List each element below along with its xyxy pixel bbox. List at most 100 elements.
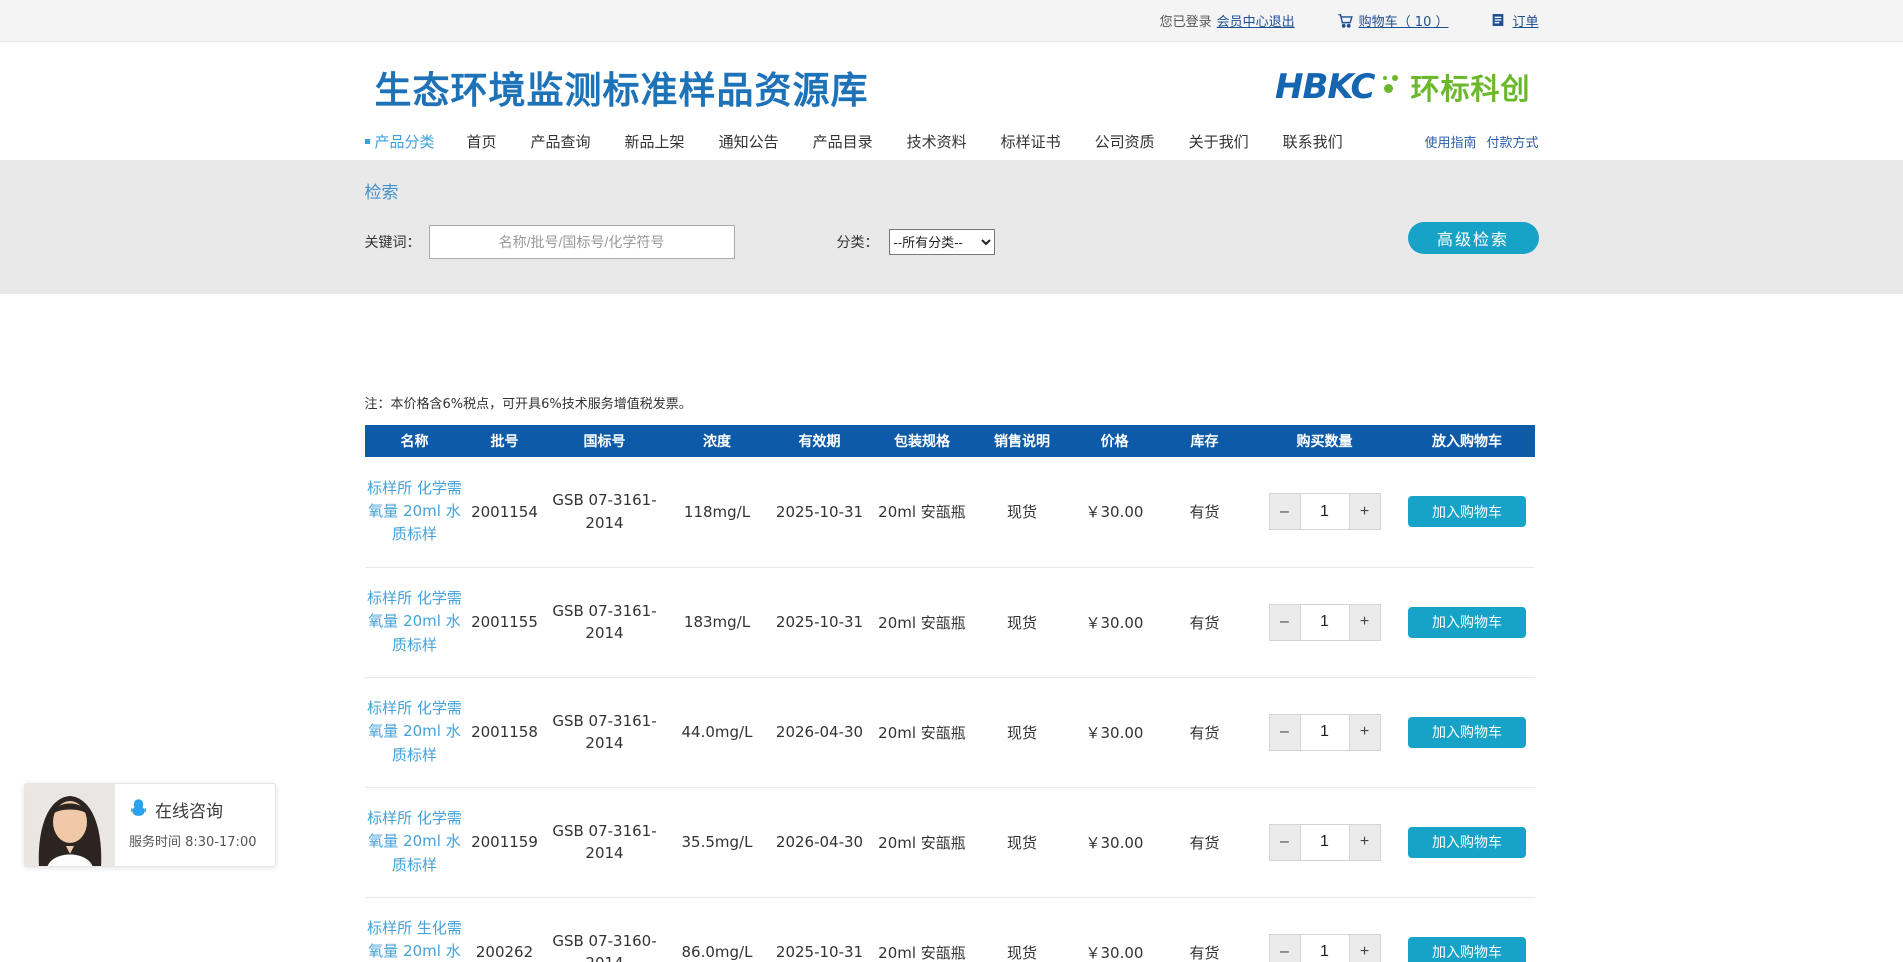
nav-item[interactable]: 联系我们 bbox=[1283, 131, 1343, 152]
add-to-cart-button[interactable]: 加入购物车 bbox=[1408, 607, 1526, 638]
column-header: 购买数量 bbox=[1250, 425, 1400, 457]
column-header: 批号 bbox=[465, 425, 545, 457]
gb-code-cell: GSB 07-3161-2014 bbox=[545, 600, 665, 645]
table-row: 标样所 生化需氧量 20ml 水质标样 200262 GSB 07-3160-2… bbox=[365, 897, 1535, 962]
nav-category[interactable]: 产品分类 bbox=[365, 131, 435, 152]
header: 生态环境监测标准样品资源库 HBKC 环标科创 产品分类 首页产品查询新品上架通… bbox=[0, 42, 1903, 160]
quantity-stepper: – + bbox=[1269, 824, 1381, 861]
quantity-input[interactable] bbox=[1301, 935, 1349, 962]
stock-cell: 有货 bbox=[1160, 457, 1250, 567]
packaging-cell: 20ml 安瓿瓶 bbox=[870, 787, 975, 897]
product-name-link[interactable]: 标样所 化学需氧量 20ml 水质标样 bbox=[365, 807, 465, 877]
product-name-link[interactable]: 标样所 化学需氧量 20ml 水质标样 bbox=[365, 697, 465, 767]
nav-item[interactable]: 新品上架 bbox=[625, 131, 685, 152]
column-header: 库存 bbox=[1160, 425, 1250, 457]
advanced-search-button[interactable]: 高级检索 bbox=[1408, 222, 1539, 254]
add-to-cart-button[interactable]: 加入购物车 bbox=[1408, 496, 1526, 527]
quantity-decrease-button[interactable]: – bbox=[1270, 935, 1301, 962]
column-header: 浓度 bbox=[665, 425, 770, 457]
add-to-cart-button[interactable]: 加入购物车 bbox=[1408, 827, 1526, 858]
category-bullet-icon bbox=[365, 139, 370, 144]
sale-status-cell: 现货 bbox=[975, 677, 1070, 787]
chat-service-time: 服务时间 8:30-17:00 bbox=[129, 831, 256, 850]
brand-logo: HBKC 环标科创 bbox=[1275, 66, 1531, 108]
add-to-cart-button[interactable]: 加入购物车 bbox=[1408, 717, 1526, 748]
stock-cell: 有货 bbox=[1160, 677, 1250, 787]
quantity-decrease-button[interactable]: – bbox=[1270, 715, 1301, 750]
packaging-cell: 20ml 安瓿瓶 bbox=[870, 677, 975, 787]
price-cell: ￥30.00 bbox=[1070, 787, 1160, 897]
quantity-input[interactable] bbox=[1301, 825, 1349, 860]
expiry-cell: 2025-10-31 bbox=[770, 457, 870, 567]
batch-cell: 2001155 bbox=[465, 567, 545, 677]
concentration-cell: 183mg/L bbox=[665, 567, 770, 677]
quantity-input[interactable] bbox=[1301, 715, 1349, 750]
concentration-cell: 44.0mg/L bbox=[665, 677, 770, 787]
product-name-link[interactable]: 标样所 化学需氧量 20ml 水质标样 bbox=[365, 477, 465, 547]
chat-title: 在线咨询 bbox=[155, 797, 223, 822]
search-panel: 检索 关键词： 分类： --所有分类-- 高级检索 bbox=[0, 160, 1903, 294]
price-cell: ￥30.00 bbox=[1070, 567, 1160, 677]
keyword-input[interactable] bbox=[429, 225, 735, 259]
price-cell: ￥30.00 bbox=[1070, 897, 1160, 962]
nav-right-links: 使用指南付款方式 bbox=[1424, 132, 1538, 151]
table-row: 标样所 化学需氧量 20ml 水质标样 2001155 GSB 07-3161-… bbox=[365, 567, 1535, 677]
concentration-cell: 118mg/L bbox=[665, 457, 770, 567]
nav-item[interactable]: 首页 bbox=[467, 131, 497, 152]
gb-code-cell: GSB 07-3160-2014 bbox=[545, 930, 665, 962]
quantity-increase-button[interactable]: + bbox=[1349, 715, 1380, 750]
nav-item[interactable]: 技术资料 bbox=[907, 131, 967, 152]
quantity-input[interactable] bbox=[1301, 605, 1349, 640]
expiry-cell: 2025-10-31 bbox=[770, 567, 870, 677]
category-label: 分类： bbox=[837, 232, 879, 252]
quantity-increase-button[interactable]: + bbox=[1349, 825, 1380, 860]
nav-item[interactable]: 关于我们 bbox=[1189, 131, 1249, 152]
nav-category-label: 产品分类 bbox=[375, 131, 435, 152]
product-name-link[interactable]: 标样所 化学需氧量 20ml 水质标样 bbox=[365, 587, 465, 657]
nav-item[interactable]: 通知公告 bbox=[719, 131, 779, 152]
quantity-decrease-button[interactable]: – bbox=[1270, 605, 1301, 640]
nav-right-link[interactable]: 使用指南 bbox=[1424, 132, 1476, 151]
expiry-cell: 2026-04-30 bbox=[770, 787, 870, 897]
nav-item[interactable]: 标样证书 bbox=[1001, 131, 1061, 152]
quantity-input[interactable] bbox=[1301, 494, 1349, 529]
column-header: 价格 bbox=[1070, 425, 1160, 457]
column-header: 包装规格 bbox=[870, 425, 975, 457]
qq-penguin-icon bbox=[129, 798, 148, 821]
order-link[interactable]: 订单 bbox=[1512, 11, 1538, 30]
price-cell: ￥30.00 bbox=[1070, 457, 1160, 567]
stock-cell: 有货 bbox=[1160, 897, 1250, 962]
nav-item[interactable]: 产品查询 bbox=[531, 131, 591, 152]
brand-subtext: 环标科创 bbox=[1410, 66, 1530, 108]
member-center-logout-link[interactable]: 会员中心退出 bbox=[1217, 11, 1295, 30]
price-cell: ￥30.00 bbox=[1070, 677, 1160, 787]
quantity-increase-button[interactable]: + bbox=[1349, 935, 1380, 962]
online-chat-widget[interactable]: 在线咨询 服务时间 8:30-17:00 bbox=[24, 783, 276, 867]
batch-cell: 2001154 bbox=[465, 457, 545, 567]
table-row: 标样所 化学需氧量 20ml 水质标样 2001159 GSB 07-3161-… bbox=[365, 787, 1535, 897]
nav-right-link[interactable]: 付款方式 bbox=[1486, 132, 1538, 151]
nav-item[interactable]: 公司资质 bbox=[1095, 131, 1155, 152]
table-row: 标样所 化学需氧量 20ml 水质标样 2001158 GSB 07-3161-… bbox=[365, 677, 1535, 787]
add-to-cart-button[interactable]: 加入购物车 bbox=[1408, 937, 1526, 962]
gb-code-cell: GSB 07-3161-2014 bbox=[545, 710, 665, 755]
nav-items: 首页 产品查询 新品上架 通知公告 产品目录 技术资料 标样证书 公司资质 关于我们 联系我们 bbox=[467, 131, 1343, 152]
category-select[interactable]: --所有分类-- bbox=[889, 229, 995, 255]
sale-status-cell: 现货 bbox=[975, 457, 1070, 567]
quantity-decrease-button[interactable]: – bbox=[1270, 494, 1301, 529]
expiry-cell: 2025-10-31 bbox=[770, 897, 870, 962]
nav-item[interactable]: 产品目录 bbox=[813, 131, 873, 152]
sale-status-cell: 现货 bbox=[975, 897, 1070, 962]
logged-in-text: 您已登录 bbox=[1160, 11, 1212, 30]
packaging-cell: 20ml 安瓿瓶 bbox=[870, 897, 975, 962]
topbar: 您已登录 会员中心退出 购物车（ 10 ） 订单 bbox=[0, 0, 1903, 42]
product-name-link[interactable]: 标样所 生化需氧量 20ml 水质标样 bbox=[365, 917, 465, 962]
quantity-increase-button[interactable]: + bbox=[1349, 494, 1380, 529]
column-header: 国标号 bbox=[545, 425, 665, 457]
brand-hbkc-text: HBKC bbox=[1275, 67, 1375, 107]
cart-link[interactable]: 购物车（ 10 ） bbox=[1359, 11, 1449, 30]
search-title: 检索 bbox=[365, 178, 1539, 203]
quantity-decrease-button[interactable]: – bbox=[1270, 825, 1301, 860]
quantity-increase-button[interactable]: + bbox=[1349, 605, 1380, 640]
packaging-cell: 20ml 安瓿瓶 bbox=[870, 457, 975, 567]
